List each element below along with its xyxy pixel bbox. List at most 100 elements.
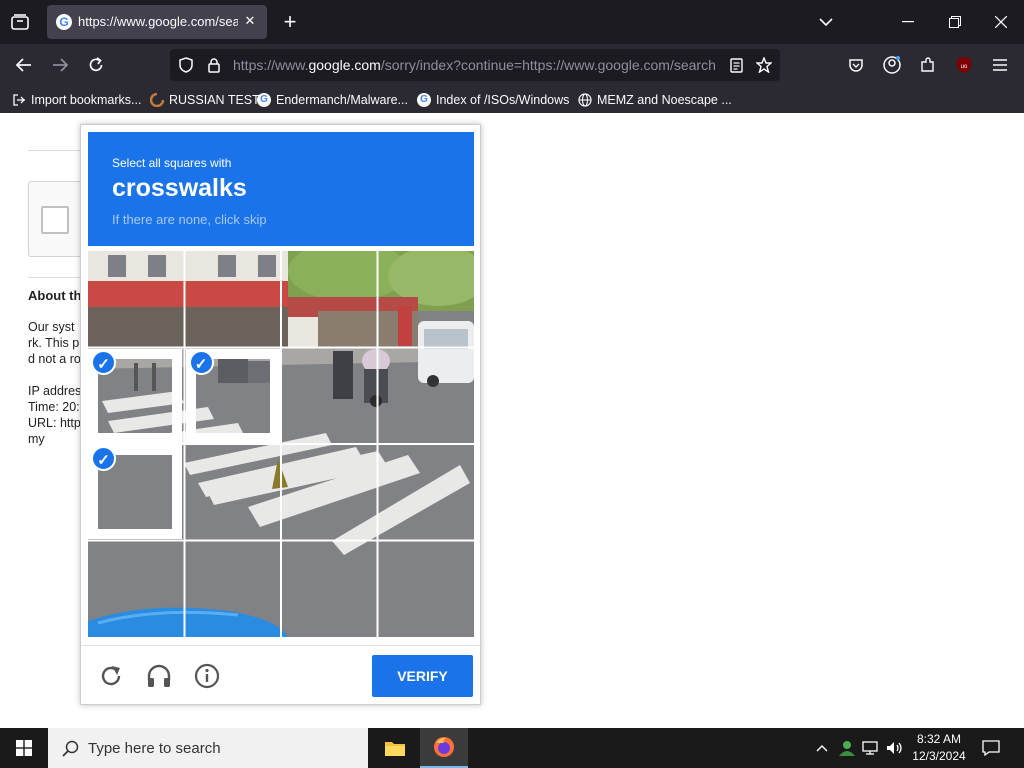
bookmark-label: Index of /ISOs/Windows bbox=[436, 92, 570, 107]
image-tile[interactable] bbox=[282, 349, 376, 443]
url-bar[interactable]: https://www.google.com/sorry/index?conti… bbox=[170, 49, 780, 81]
bookmark-label: RUSSIAN TEST bbox=[169, 92, 260, 107]
page-line: IP addres bbox=[28, 384, 82, 398]
image-tile[interactable] bbox=[379, 349, 473, 443]
restore-button[interactable] bbox=[943, 10, 967, 34]
extensions-icon[interactable] bbox=[916, 53, 940, 77]
navigation-bar: https://www.google.com/sorry/index?conti… bbox=[0, 44, 1024, 86]
lock-icon[interactable] bbox=[204, 55, 224, 75]
minimize-icon bbox=[902, 21, 914, 23]
windows-taskbar: Type here to search 8:32 AM 12/3/2024 bbox=[0, 728, 1024, 768]
instruction-text: Select all squares with bbox=[112, 156, 232, 170]
image-tile[interactable] bbox=[186, 542, 280, 636]
recaptcha-checkbox[interactable] bbox=[41, 206, 69, 234]
windows-logo-icon bbox=[16, 740, 32, 756]
image-tile[interactable] bbox=[88, 542, 182, 636]
skip-hint: If there are none, click skip bbox=[112, 212, 267, 227]
user-tray-icon[interactable] bbox=[836, 738, 858, 758]
taskbar-search[interactable]: Type here to search bbox=[48, 728, 368, 768]
about-heading: About th bbox=[28, 288, 82, 303]
image-tile[interactable] bbox=[379, 542, 473, 636]
notifications-button[interactable] bbox=[978, 736, 1004, 760]
menu-icon[interactable] bbox=[988, 53, 1012, 77]
search-placeholder: Type here to search bbox=[88, 740, 221, 757]
account-icon[interactable] bbox=[880, 53, 904, 77]
active-tab[interactable]: G https://www.google.com/search ✕ bbox=[47, 5, 267, 39]
new-tab-button[interactable]: + bbox=[278, 8, 302, 36]
bookmark-label: Import bookmarks... bbox=[31, 92, 142, 107]
firefox-icon bbox=[434, 737, 454, 757]
restore-icon bbox=[949, 16, 961, 28]
bookmark-memz[interactable]: MEMZ and Noescape ... bbox=[578, 86, 732, 113]
image-tile[interactable] bbox=[186, 445, 280, 539]
ublock-icon[interactable]: uo bbox=[952, 53, 976, 77]
search-icon bbox=[60, 738, 80, 758]
headphones-icon bbox=[147, 664, 171, 687]
page-line: my bbox=[28, 432, 45, 446]
info-button[interactable] bbox=[193, 662, 221, 690]
forward-button[interactable] bbox=[48, 53, 72, 77]
pocket-icon[interactable] bbox=[844, 53, 868, 77]
volume-icon[interactable] bbox=[884, 738, 906, 758]
clock-time: 8:32 AM bbox=[916, 732, 962, 746]
tab-close-button[interactable]: ✕ bbox=[241, 12, 259, 30]
reload-challenge-button[interactable] bbox=[97, 662, 125, 690]
image-tile[interactable]: ✓ bbox=[88, 349, 182, 443]
page-line: rk. This p bbox=[28, 336, 80, 350]
check-icon: ✓ bbox=[188, 349, 214, 375]
bookmark-isos[interactable]: G Index of /ISOs/Windows bbox=[417, 86, 569, 113]
image-tile[interactable]: ✓ bbox=[88, 445, 182, 539]
arrow-left-icon bbox=[16, 58, 31, 72]
firefox-taskbar-button[interactable] bbox=[420, 728, 468, 768]
start-button[interactable] bbox=[0, 728, 48, 768]
check-icon: ✓ bbox=[91, 349, 116, 375]
tab-list-button[interactable] bbox=[6, 10, 34, 34]
url-text: https://www.google.com/sorry/index?conti… bbox=[233, 57, 716, 73]
google-icon: G bbox=[417, 92, 431, 107]
page-line: d not a ro bbox=[28, 352, 81, 366]
challenge-footer: VERIFY bbox=[81, 645, 482, 706]
clock-date: 12/3/2024 bbox=[912, 749, 966, 763]
minimize-button[interactable] bbox=[896, 10, 920, 34]
image-tile[interactable]: ✓ bbox=[186, 349, 280, 443]
image-tile[interactable] bbox=[282, 251, 376, 345]
image-tile[interactable] bbox=[282, 445, 376, 539]
image-tile[interactable] bbox=[282, 542, 376, 636]
shield-icon[interactable] bbox=[176, 55, 196, 75]
image-tile[interactable] bbox=[379, 251, 473, 345]
audio-challenge-button[interactable] bbox=[145, 662, 173, 690]
system-clock[interactable]: 8:32 AM 12/3/2024 bbox=[908, 731, 970, 765]
reload-button[interactable] bbox=[84, 53, 108, 77]
bookmark-label: MEMZ and Noescape ... bbox=[597, 92, 732, 107]
close-icon bbox=[995, 16, 1007, 28]
chevron-up-icon[interactable] bbox=[812, 738, 832, 758]
close-window-button[interactable] bbox=[989, 10, 1013, 34]
bookmark-import[interactable]: Import bookmarks... bbox=[12, 86, 141, 113]
bookmark-label: Endermanch/Malware... bbox=[276, 92, 409, 107]
import-icon bbox=[12, 93, 26, 107]
reload-icon bbox=[89, 57, 103, 72]
check-icon: ✓ bbox=[91, 446, 116, 471]
network-icon[interactable] bbox=[860, 738, 882, 758]
bookmarks-bar: Import bookmarks... RUSSIAN TEST G Enderm… bbox=[0, 86, 1024, 113]
arrow-right-icon bbox=[53, 58, 68, 72]
bookmark-russian-test[interactable]: RUSSIAN TEST bbox=[150, 86, 260, 113]
site-icon bbox=[150, 92, 164, 107]
recaptcha-widget[interactable] bbox=[28, 181, 88, 257]
image-tile[interactable] bbox=[379, 445, 473, 539]
image-tile[interactable] bbox=[88, 251, 182, 345]
info-icon bbox=[194, 663, 220, 689]
chevron-down-icon[interactable] bbox=[814, 10, 838, 34]
verify-button[interactable]: VERIFY bbox=[372, 655, 473, 697]
image-tile[interactable] bbox=[186, 251, 280, 345]
svg-text:uo: uo bbox=[961, 64, 968, 70]
back-button[interactable] bbox=[12, 53, 36, 77]
google-icon: G bbox=[257, 92, 271, 107]
target-object: crosswalks bbox=[112, 174, 247, 202]
file-explorer-button[interactable] bbox=[372, 728, 418, 768]
divider bbox=[28, 277, 88, 278]
reader-view-icon[interactable] bbox=[726, 55, 746, 75]
bookmark-star-icon[interactable] bbox=[754, 55, 774, 75]
bookmark-endermanch[interactable]: G Endermanch/Malware... bbox=[257, 86, 408, 113]
tab-title: https://www.google.com/search bbox=[78, 14, 238, 29]
